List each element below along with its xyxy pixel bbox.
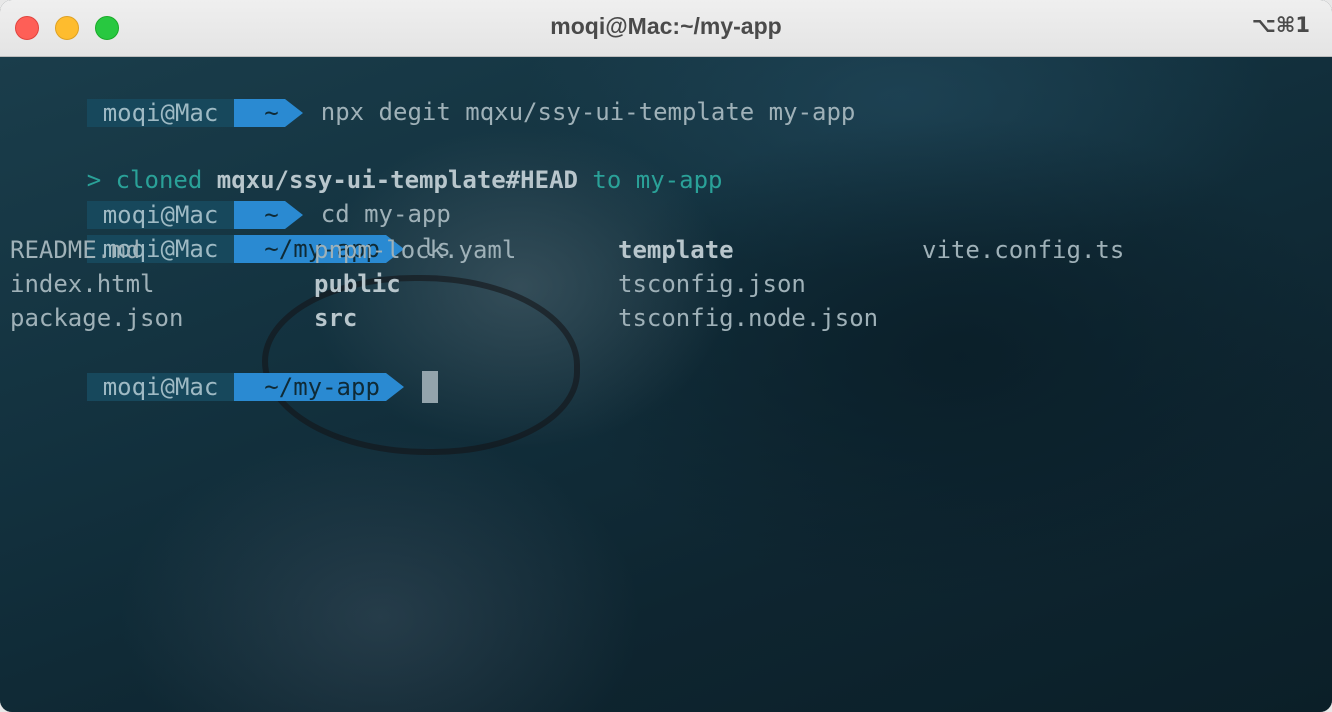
- file-entry: pnpm-lock.yaml: [314, 236, 517, 264]
- directory-entry: template: [618, 236, 734, 264]
- prompt-line-3: moqi@Mac ~/my-app ls: [0, 197, 451, 263]
- output-line-cloned: > cloned mqxu/ssy-ui-template#HEAD to my…: [0, 129, 723, 194]
- directory-entry: src: [314, 304, 358, 332]
- text-cursor[interactable]: [421, 371, 438, 403]
- prompt-dir: ~/my-app: [234, 373, 404, 401]
- prompt-line-2: moqi@Mac ~ cd my-app: [0, 163, 451, 229]
- prompt-user: moqi@Mac: [86, 99, 252, 127]
- file-entry: tsconfig.json: [618, 270, 806, 298]
- terminal-content[interactable]: moqi@Mac ~ npx degit mqxu/ssy-ui-template …: [0, 57, 1332, 712]
- prompt-user: moqi@Mac: [86, 373, 252, 401]
- command-text: npx degit mqxu/ssy-ui-template my-app: [320, 98, 856, 126]
- window-title: moqi@Mac:~/my-app: [550, 13, 782, 39]
- file-entry: tsconfig.node.json: [618, 304, 879, 332]
- cloned-target: to my-app: [577, 166, 723, 194]
- directory-entry: public: [314, 270, 401, 298]
- terminal-window: moqi@Mac:~/my-app ⌥⌘1 moqi@Mac ~ npx degit…: [0, 0, 1332, 712]
- file-entry: vite.config.ts: [922, 236, 1125, 264]
- file-entry: index.html: [10, 270, 155, 298]
- title-bar[interactable]: moqi@Mac:~/my-app ⌥⌘1: [0, 0, 1332, 57]
- prompt-line-1: moqi@Mac ~ npx degit mqxu/ssy-ui-template …: [0, 61, 855, 127]
- file-entry: package.json: [10, 304, 184, 332]
- tab-shortcut: ⌥⌘1: [1251, 13, 1310, 37]
- file-entry: README.md: [10, 236, 141, 264]
- prompt-line-current[interactable]: moqi@Mac ~/my-app: [0, 335, 438, 403]
